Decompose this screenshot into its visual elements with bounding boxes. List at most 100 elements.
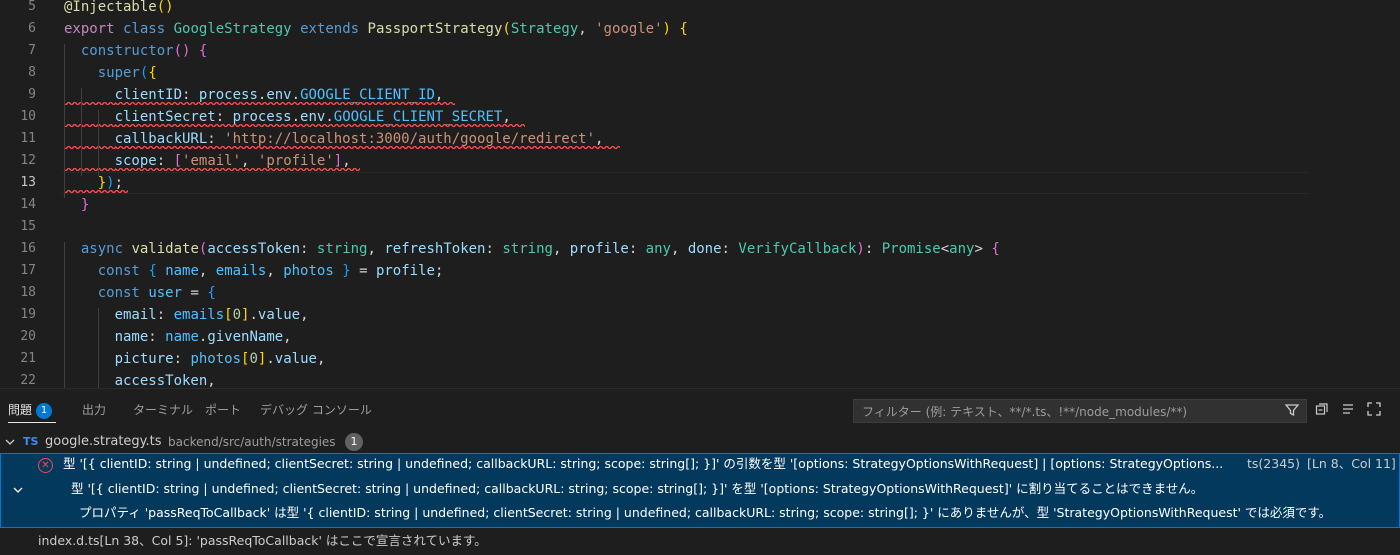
code-token: , <box>367 241 385 257</box>
view-as-list-icon[interactable] <box>1340 402 1356 420</box>
code-line[interactable]: 8 super({ <box>0 62 1400 84</box>
problem-item[interactable]: ✕ 型 '[{ clientID: string | undefined; cl… <box>0 453 1400 528</box>
maximize-panel-icon[interactable] <box>1366 402 1382 420</box>
code-token: GOOGLE_CLIENT_SECRET <box>333 109 503 125</box>
problems-count-badge: 1 <box>36 403 53 419</box>
error-squiggle <box>116 146 620 149</box>
code-line[interactable]: 11 callbackURL: 'http://localhost:3000/a… <box>0 128 1400 150</box>
code-line[interactable]: 22 accessToken, <box>0 370 1400 388</box>
tab-problems[interactable]: 問題 1 <box>8 401 53 419</box>
indent-guide <box>98 308 99 388</box>
code-text: const user = { <box>64 282 216 304</box>
code-line[interactable]: 18 const user = { <box>0 282 1400 304</box>
code-line[interactable]: 16 async validate(accessToken: string, r… <box>0 238 1400 260</box>
code-token: . <box>291 87 301 103</box>
code-token: { <box>207 285 216 301</box>
code-token: super <box>97 65 140 81</box>
code-line[interactable]: 21 picture: photos[0].value, <box>0 348 1400 370</box>
code-text: } <box>64 194 89 216</box>
code-token: [ <box>224 307 233 323</box>
code-token: , <box>316 351 326 367</box>
code-text: export class GoogleStrategy extends Pass… <box>64 18 688 40</box>
code-line[interactable]: 15 <box>0 216 1400 238</box>
code-line[interactable]: 20 name: name.givenName, <box>0 326 1400 348</box>
code-token: any <box>949 241 975 257</box>
code-token: , <box>434 87 444 103</box>
code-token: clientSecret <box>114 109 216 125</box>
error-icon: ✕ <box>38 458 53 473</box>
indent-guide <box>64 242 65 388</box>
code-token: : <box>156 153 174 169</box>
line-number: 20 <box>20 329 36 344</box>
code-token: , <box>207 373 216 388</box>
code-token: ) <box>662 21 671 37</box>
chevron-down-icon[interactable] <box>11 482 25 501</box>
code-line[interactable]: 10 clientSecret: process.env.GOOGLE_CLIE… <box>0 106 1400 128</box>
tab-debug-console[interactable]: デバッグ コンソール <box>260 401 372 418</box>
filter-input[interactable] <box>860 402 1264 422</box>
code-token: env <box>300 109 326 125</box>
typescript-file-icon: TS <box>23 435 39 448</box>
code-token: = <box>350 263 376 279</box>
code-token: , <box>241 153 258 169</box>
code-token: { <box>991 241 1000 257</box>
code-token: : <box>182 87 199 103</box>
tab-output[interactable]: 出力 <box>82 401 106 418</box>
related-information[interactable]: index.d.ts[Ln 38、Col 5]: 'passReqToCallb… <box>38 529 487 553</box>
code-text: accessToken, <box>64 370 216 388</box>
code-token: : <box>864 241 882 257</box>
tab-terminal[interactable]: ターミナル <box>133 401 193 418</box>
problems-filter <box>853 399 1307 423</box>
code-line[interactable]: 14 } <box>0 194 1400 216</box>
code-token: [ <box>173 153 183 169</box>
code-token: env <box>266 87 292 103</box>
code-token: , <box>342 153 351 169</box>
code-token: 'profile' <box>257 153 334 169</box>
code-token: accessToken <box>114 373 208 388</box>
code-text: const { name, emails, photos } = profile… <box>64 260 444 282</box>
code-token: photos <box>283 263 334 279</box>
code-line[interactable]: 5 @Injectable() <box>0 0 1400 18</box>
code-line[interactable]: 6 export class GoogleStrategy extends Pas… <box>0 18 1400 40</box>
code-token: , <box>502 109 511 125</box>
code-token: { <box>148 65 157 81</box>
code-token: value <box>257 307 301 323</box>
code-token: process <box>232 109 292 125</box>
error-squiggle <box>64 124 116 127</box>
code-token: : <box>485 241 503 257</box>
code-line[interactable]: 13 }); <box>0 172 1400 194</box>
line-number: 13 <box>20 175 36 190</box>
filter-icon[interactable] <box>1284 403 1300 421</box>
problem-file-row[interactable]: TS google.strategy.ts backend/src/auth/s… <box>0 431 1400 453</box>
code-token: string <box>316 241 368 257</box>
line-number: 6 <box>28 21 36 36</box>
code-token: 'google' <box>595 21 663 37</box>
tab-ports[interactable]: ポート <box>205 401 241 418</box>
code-line[interactable]: 12 scope: ['email', 'profile'], <box>0 150 1400 172</box>
code-token: 'email' <box>182 153 242 169</box>
code-token: PassportStrategy <box>367 21 503 37</box>
line-number: 12 <box>20 153 36 168</box>
code-token: @Injectable <box>64 0 157 15</box>
line-number: 8 <box>28 65 36 80</box>
code-line[interactable]: 7 constructor() { <box>0 40 1400 62</box>
code-line[interactable]: 17 const { name, emails, photos } = prof… <box>0 260 1400 282</box>
file-name: google.strategy.ts <box>45 434 162 449</box>
error-squiggle <box>64 168 116 171</box>
code-line[interactable]: 9 clientID: process.env.GOOGLE_CLIENT_ID… <box>0 84 1400 106</box>
code-token: . <box>325 109 334 125</box>
code-token: name <box>165 263 199 279</box>
code-editor[interactable]: 5 @Injectable() 6 export class GoogleStrate… <box>0 0 1400 388</box>
collapse-all-icon[interactable] <box>1314 402 1330 420</box>
problem-detail-2: プロパティ 'passReqToCallback' は型 '{ clientID… <box>79 505 1332 520</box>
code-line[interactable]: 19 email: emails[0].value, <box>0 304 1400 326</box>
line-number: 11 <box>20 131 36 146</box>
code-token: : <box>721 241 739 257</box>
code-token: > <box>974 241 992 257</box>
